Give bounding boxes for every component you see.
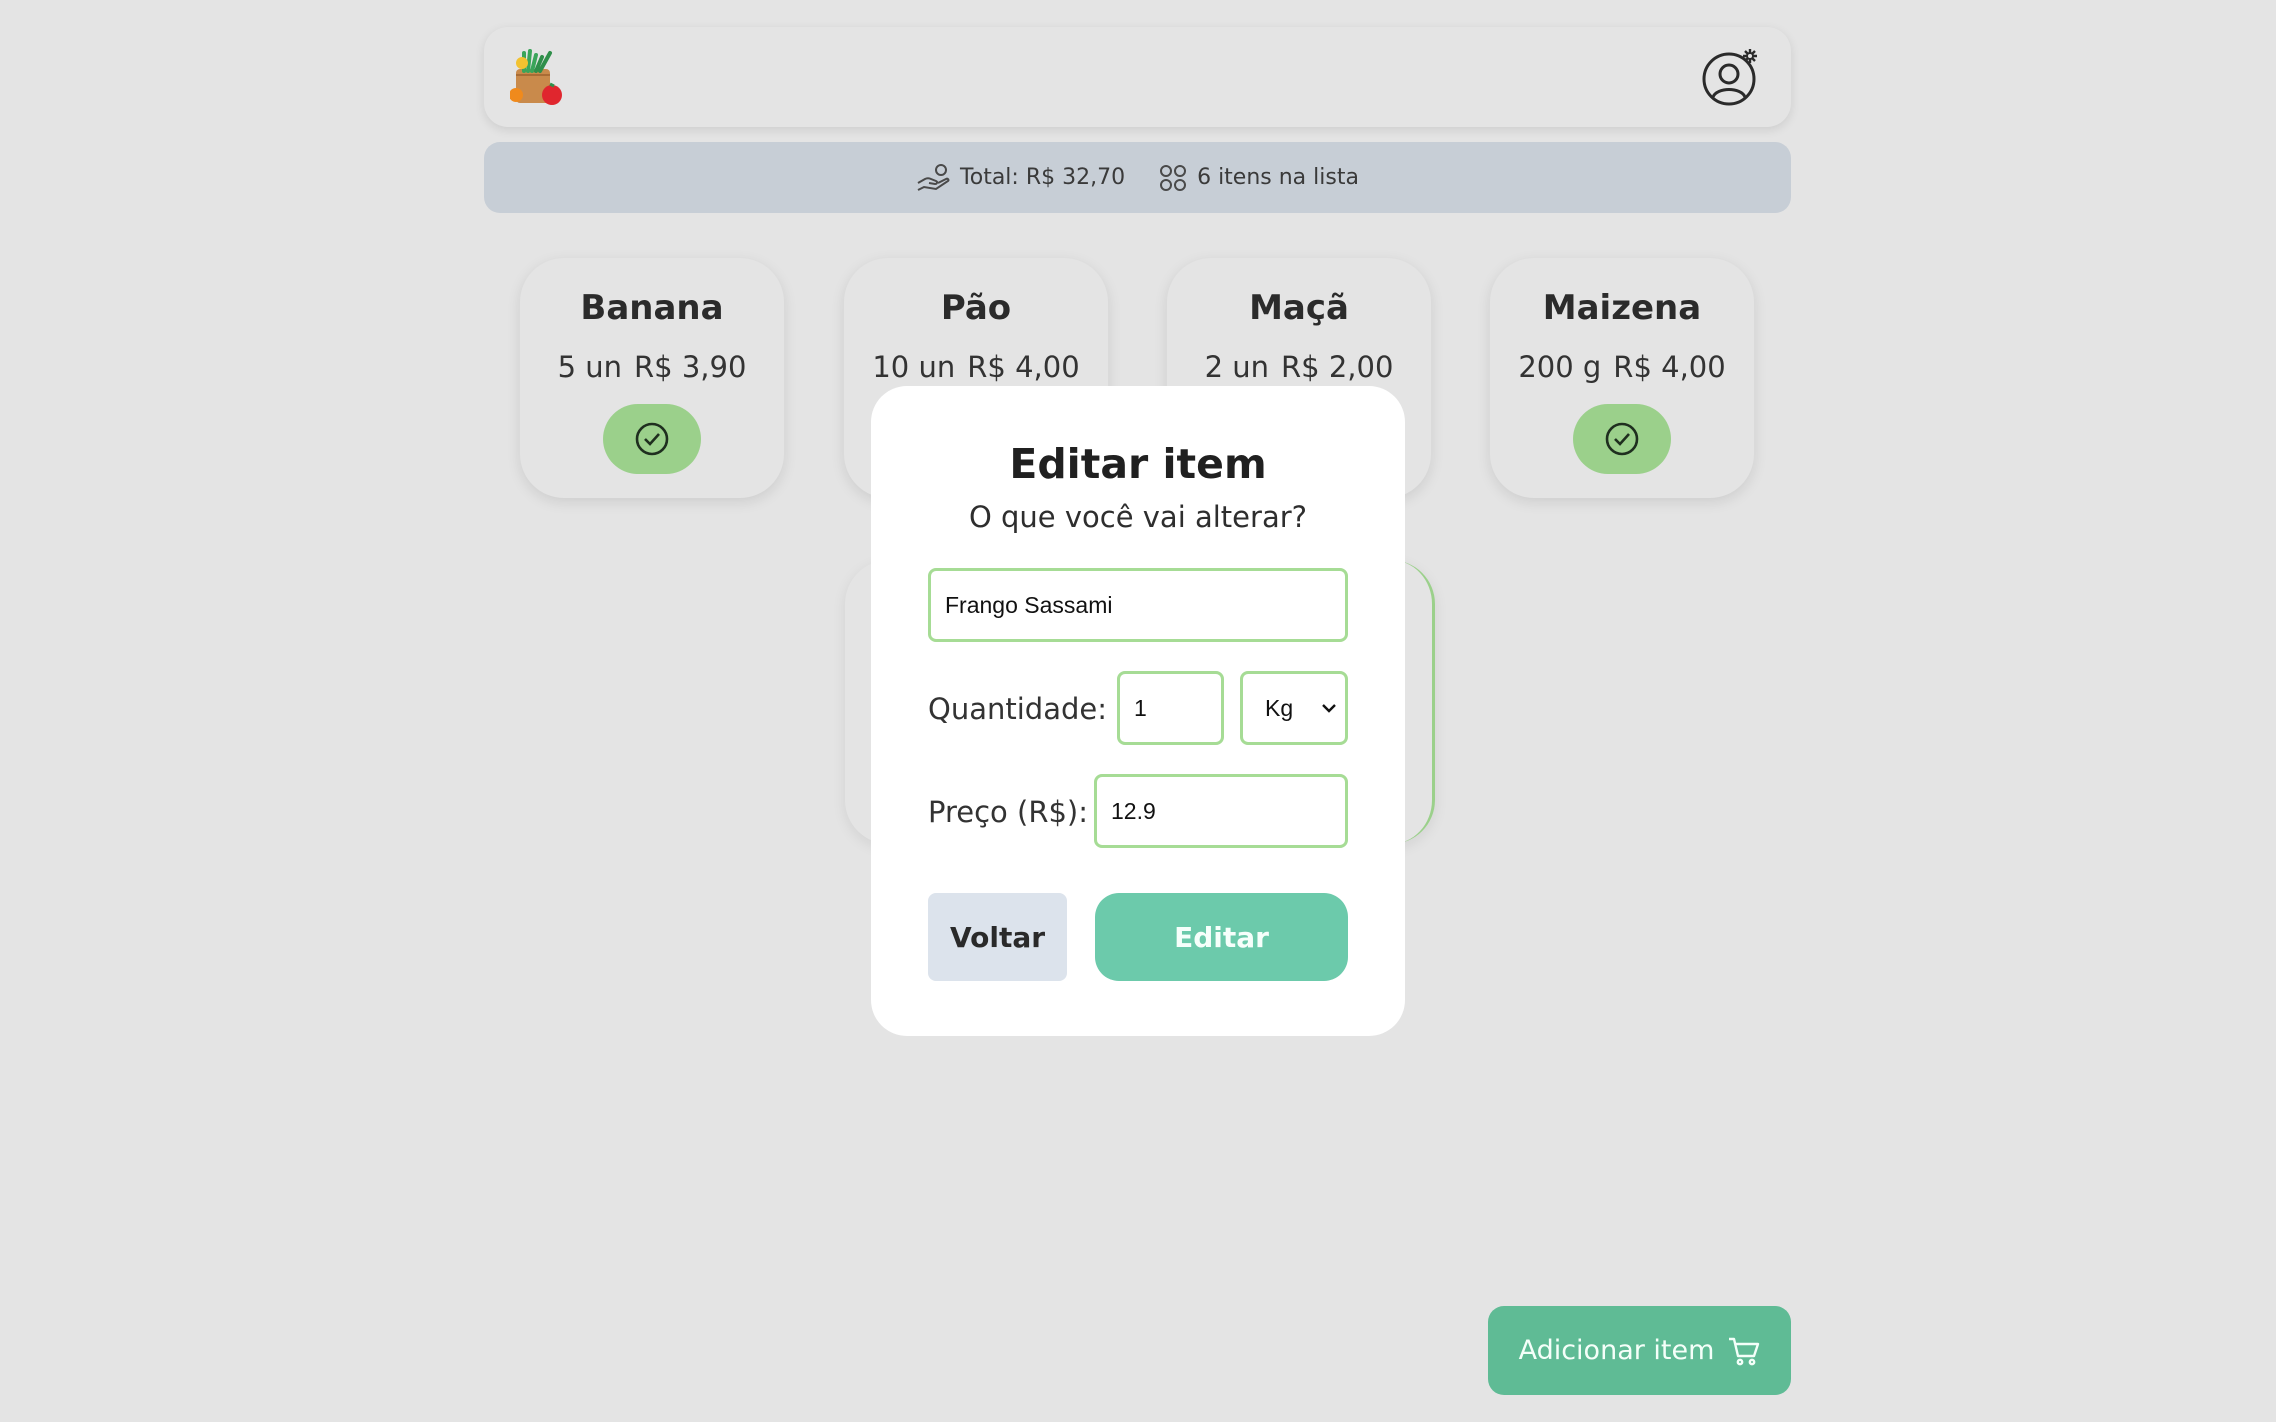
item-card[interactable]: Maizena 200 g R$ 4,00	[1490, 258, 1754, 498]
edit-button[interactable]: Editar	[1095, 893, 1348, 981]
add-item-label: Adicionar item	[1518, 1335, 1715, 1366]
item-qty: 200 g	[1518, 350, 1602, 384]
item-qty: 2 un	[1204, 350, 1270, 384]
price-input[interactable]	[1094, 774, 1348, 848]
item-name: Maizena	[1542, 288, 1702, 328]
modal-subtitle: O que você vai alterar?	[968, 500, 1308, 534]
user-settings-icon[interactable]	[1701, 47, 1761, 107]
item-name: Maçã	[1249, 288, 1349, 328]
item-meta: 10 un R$ 4,00	[844, 350, 1108, 384]
item-qty: 5 un	[557, 350, 623, 384]
item-card[interactable]: Banana 5 un R$ 3,90	[520, 258, 784, 498]
grocery-bag-icon[interactable]	[509, 49, 566, 107]
cart-icon	[1729, 1337, 1760, 1365]
total-summary: Total: R$ 32,70	[916, 163, 1125, 193]
item-price: R$ 4,00	[1613, 350, 1726, 384]
count-summary: 6 itens na lista	[1159, 164, 1359, 192]
summary-bar: Total: R$ 32,70 6 itens na lista	[484, 142, 1791, 213]
item-qty: 10 un	[872, 350, 956, 384]
check-button[interactable]	[1573, 404, 1671, 474]
unit-select[interactable]: Kg	[1240, 671, 1348, 745]
hand-coin-icon	[916, 163, 950, 193]
price-label: Preço (R$):	[928, 795, 1089, 829]
item-price: R$ 3,90	[634, 350, 747, 384]
add-item-button[interactable]: Adicionar item	[1488, 1306, 1791, 1395]
item-name: Pão	[940, 288, 1012, 328]
quantity-input[interactable]	[1117, 671, 1224, 745]
item-meta: 200 g R$ 4,00	[1490, 350, 1754, 384]
item-meta: 2 un R$ 2,00	[1167, 350, 1431, 384]
chevron-down-icon	[1322, 704, 1336, 713]
count-text: 6 itens na lista	[1197, 165, 1359, 190]
item-price: R$ 2,00	[1281, 350, 1394, 384]
app-header	[484, 27, 1791, 127]
quantity-label: Quantidade:	[928, 692, 1107, 726]
item-price: R$ 4,00	[967, 350, 1080, 384]
check-circle-icon	[635, 422, 669, 456]
check-button[interactable]	[603, 404, 701, 474]
grid-circles-icon	[1159, 164, 1187, 192]
item-name-input[interactable]	[928, 568, 1348, 642]
total-text: Total: R$ 32,70	[960, 165, 1126, 190]
unit-select-value: Kg	[1265, 694, 1294, 721]
item-name: Banana	[580, 288, 724, 328]
back-button[interactable]: Voltar	[928, 893, 1067, 981]
check-circle-icon	[1605, 422, 1639, 456]
modal-title: Editar item	[1009, 440, 1267, 488]
item-meta: 5 un R$ 3,90	[520, 350, 784, 384]
page: Total: R$ 32,70 6 itens na lista Banana …	[0, 0, 2276, 1422]
edit-item-modal: Editar item O que você vai alterar? Quan…	[871, 386, 1405, 1036]
